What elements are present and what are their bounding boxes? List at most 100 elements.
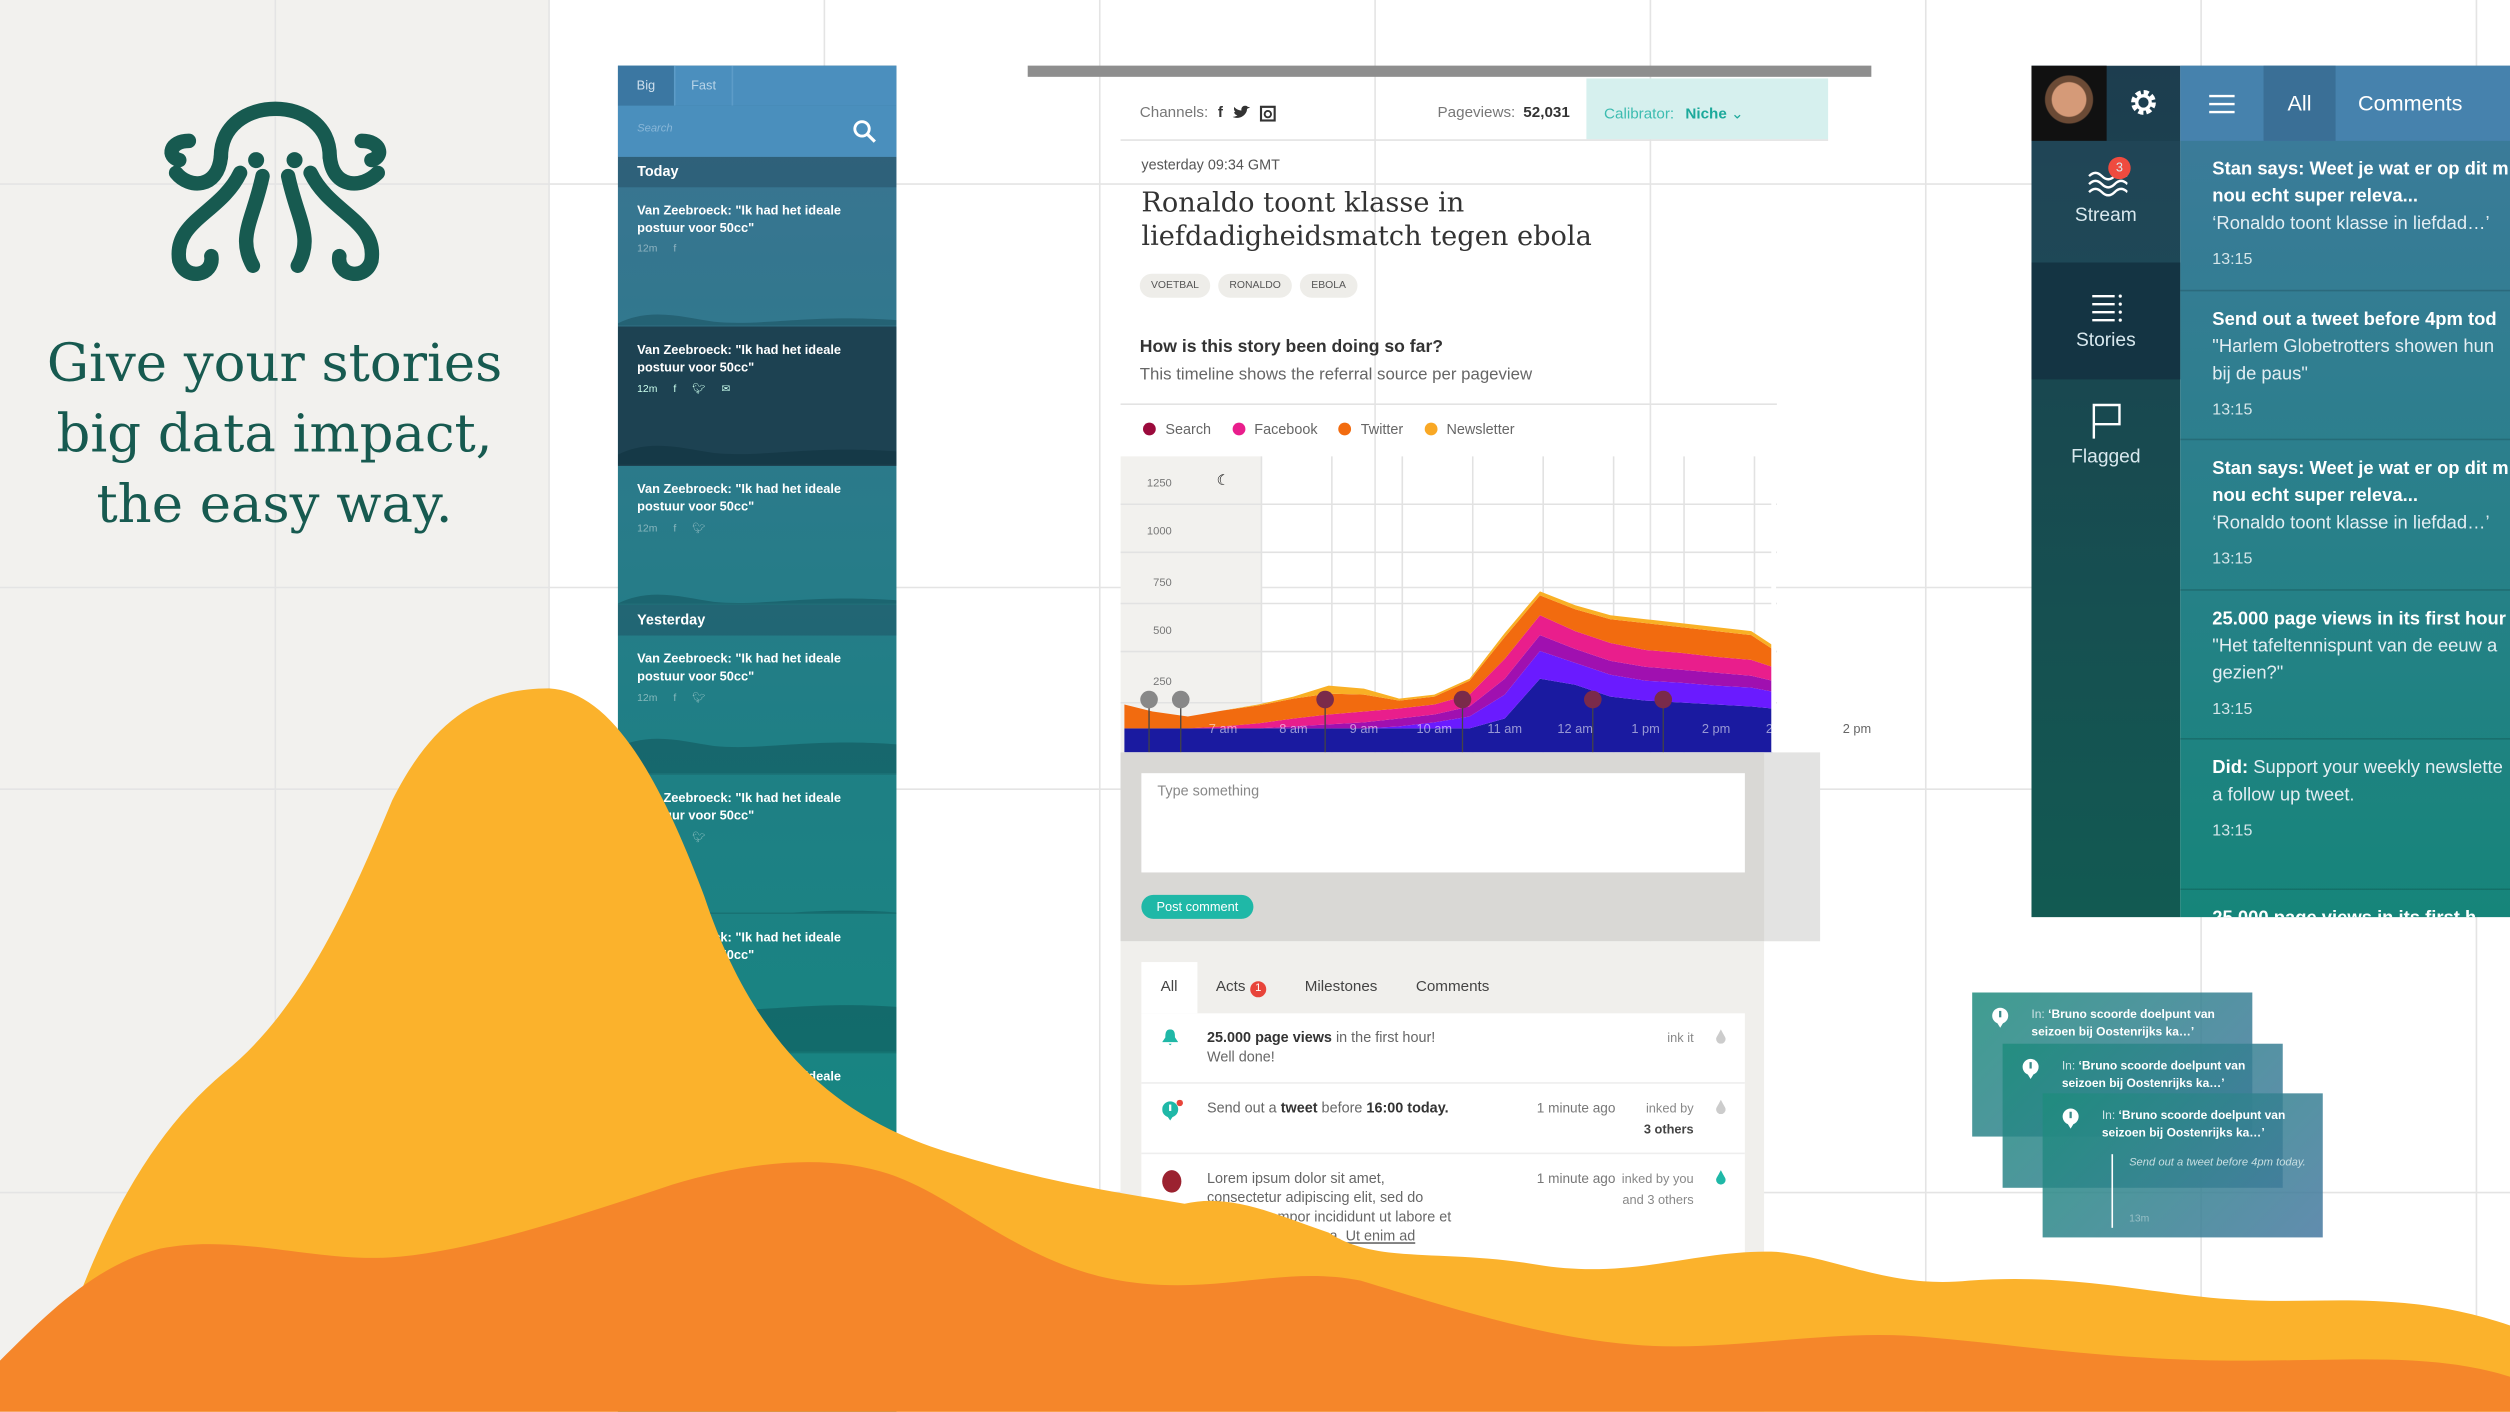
title-line: Ronaldo toont klasse in (1141, 187, 1465, 220)
pageviews-value: 52,031 (1523, 104, 1570, 122)
activity-time: 1 minute ago (1536, 1099, 1616, 1116)
search-input[interactable]: Search (617, 105, 897, 157)
story-title: Van Zeebroeck: "Ik had het ideale postuu… (637, 651, 842, 684)
bell-icon (1162, 1029, 1179, 1046)
story-title: Van Zeebroeck: "Ik had het ideale postuu… (637, 342, 842, 375)
x-tick-label: 2 pm (1843, 721, 1871, 736)
notification-card[interactable]: In: ‘Bruno scoorde doelpunt van seizoen … (2042, 1093, 2323, 1238)
app-nav: 3 Stream Stories Flagged (2031, 65, 2181, 918)
facebook-icon: f (673, 522, 677, 534)
sparkline (617, 314, 897, 325)
nav-stream[interactable]: 3 Stream (2031, 140, 2181, 263)
post-comment-button[interactable]: Post comment (1141, 894, 1254, 919)
nav-flagged[interactable]: Flagged (2031, 402, 2180, 498)
facebook-icon[interactable]: f (1218, 104, 1223, 122)
activity-bold: tweet (1280, 1099, 1318, 1116)
story-list-item[interactable]: Van Zeebroeck: "Ik had het ideale postuu… (617, 914, 897, 1054)
tab-big[interactable]: Big (617, 65, 676, 106)
feed-bold: 25.000 page views in its first hour (2212, 609, 2506, 629)
tab-comments[interactable]: Comments (1397, 962, 1509, 1013)
notification-title: ‘Bruno scoorde doelpunt van seizoen bij … (2101, 1107, 2286, 1140)
story-list-item[interactable]: Van Zeebroeck: "Ik had het ideale postuu… (617, 326, 897, 466)
feed-item[interactable]: 25.000 page views in its first hour "Het … (2180, 590, 2510, 740)
tab-comments[interactable]: Comments (2336, 91, 2462, 115)
feed-item[interactable]: Stan says: Weet je wat er op dit m nou ec… (2180, 141, 2510, 291)
feed-item[interactable]: Send out a tweet before 4pm tod "Harlem G… (2180, 291, 2510, 441)
legend-newsletter: Newsletter (1424, 421, 1515, 437)
activity-text: Send out a (1207, 1099, 1281, 1116)
tab-milestones[interactable]: Milestones (1286, 962, 1397, 1013)
feed-bold: Stan says: Weet je wat er op dit m (2212, 160, 2509, 180)
story-list-item[interactable]: Van Zeebroeck: "Ik had het ideale postuu… (617, 466, 897, 606)
feed-text: Support your weekly newslette (2248, 758, 2503, 778)
tab-all[interactable]: All (1141, 962, 1197, 1014)
activity-text: before (1317, 1099, 1367, 1116)
tag[interactable]: EBOLA (1300, 273, 1358, 298)
story-list-item[interactable]: Van Zeebroeck: "Ik had het ideale postuu… (617, 636, 897, 775)
comment-input[interactable]: Type something (1141, 773, 1745, 873)
feed-time: 13:15 (2212, 251, 2253, 269)
story-title: Van Zeebroeck: "Ik had het ideale postuu… (637, 930, 842, 963)
activity-bold: 16:00 today. (1366, 1099, 1449, 1116)
x-tick-label: 7 am (1209, 721, 1237, 736)
sparkline (617, 594, 897, 604)
inked-count: 3 others (1643, 1122, 1694, 1137)
feed-text: ‘Ronaldo toont klasse in liefdad…’ (2212, 513, 2490, 534)
channels: Channels: f (1140, 104, 1276, 122)
instagram-icon[interactable] (1259, 104, 1276, 121)
acts-badge: 1 (1250, 981, 1267, 998)
alert-pin-icon (1992, 1007, 2009, 1028)
x-tick-label: 2 pm (1766, 721, 1794, 736)
feed-item[interactable]: Stan says: Weet je wat er op dit m nou ec… (2180, 440, 2510, 590)
user-avatar[interactable] (2031, 65, 2107, 141)
feed-bold: nou echt super releva... (2212, 486, 2418, 506)
feed-item[interactable]: Did: Support your weekly newslette a foll… (2180, 740, 2510, 890)
story-title: Van Zeebroeck: "Ik had het ideale postuu… (637, 1069, 842, 1102)
story-list-item[interactable]: Van Zeebroeck: "Ik had het ideale postuu… (617, 775, 897, 915)
story-list-item[interactable]: Van Zeebroeck: "Ik had het ideale postuu… (617, 187, 897, 327)
story-list-tabs: Big Fast (617, 65, 897, 106)
feed-time: 13:15 (2212, 822, 2253, 841)
search-icon[interactable] (852, 118, 878, 144)
ink-drop-icon[interactable] (1716, 1099, 1726, 1115)
hamburger-menu-icon[interactable] (2209, 94, 2235, 113)
ink-drop-icon[interactable] (1716, 1170, 1726, 1185)
ink-drop-icon[interactable] (1716, 1029, 1726, 1044)
hero-headline: Give your stories big data impact, the e… (0, 328, 549, 539)
feed-time: 13:15 (2212, 401, 2253, 419)
feed-header: All Comments (2180, 65, 2510, 141)
tag[interactable]: RONALDO (1218, 273, 1293, 298)
facebook-icon: f (673, 831, 677, 843)
story-list-item[interactable]: Van Zeebroeck: "Ik had het ideale postuu… (617, 1053, 897, 1193)
tab-label: Acts (1215, 978, 1246, 996)
alert-icon (1162, 1099, 1183, 1121)
nav-stories[interactable]: Stories (2031, 262, 2181, 380)
feed-text: "Harlem Globetrotters showen hun (2212, 336, 2495, 357)
in-label: In: (2061, 1058, 2079, 1073)
story-age: 12m (637, 383, 658, 395)
twitter-icon[interactable] (1232, 105, 1251, 120)
note-text: Send out a tweet before 4pm today. (2129, 1157, 2306, 1169)
tab-all[interactable]: All (2263, 65, 2336, 141)
sparkline (617, 1182, 897, 1191)
calibrator-dropdown[interactable]: Calibrator: Niche ⌄ (1586, 78, 1829, 140)
activity-text: in the first hour! (1331, 1029, 1436, 1046)
tab-fast[interactable]: Fast (676, 65, 734, 106)
story-title: Van Zeebroeck: "Ik had het ideale postuu… (637, 481, 842, 514)
chart-legend: Search Facebook Twitter Newsletter (1142, 421, 1515, 437)
legend-label: Twitter (1360, 421, 1404, 438)
calibrator-label: Calibrator: (1604, 105, 1675, 124)
activity-bold: 25.000 page views (1207, 1029, 1332, 1046)
facebook-icon: f (673, 383, 677, 395)
legend-twitter: Twitter (1338, 421, 1403, 437)
notification-text: In: ‘Bruno scoorde doelpunt van seizoen … (2102, 1106, 2310, 1141)
legend-facebook: Facebook (1231, 421, 1318, 437)
gear-icon[interactable] (2129, 88, 2158, 117)
ink-it-button[interactable]: ink it (1667, 1028, 1693, 1049)
avatar (1162, 1170, 1182, 1193)
calibrator-value: Niche (1685, 105, 1727, 124)
tag[interactable]: VOETBAL (1139, 273, 1211, 298)
feed-item[interactable]: 25.000 page views in its first h (2180, 889, 2510, 917)
tab-acts[interactable]: Acts 1 (1197, 962, 1286, 1013)
story-meta: 12m f 🐦︎ (637, 831, 877, 844)
